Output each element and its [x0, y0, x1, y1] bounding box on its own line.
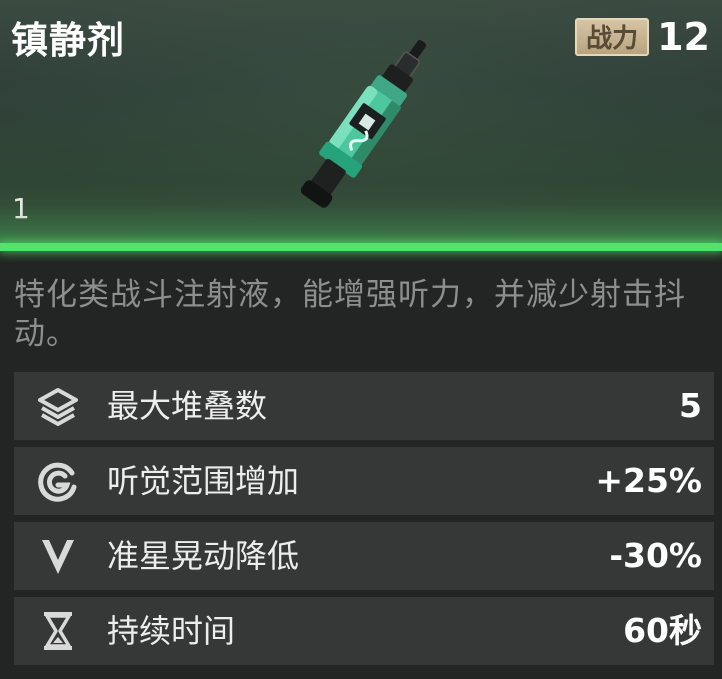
rarity-bar: [0, 243, 722, 251]
stat-row-aim-sway: 准星晃动降低 -30%: [14, 522, 714, 590]
stat-row-max-stack: 最大堆叠数 5: [14, 372, 714, 440]
stat-value: 5: [679, 386, 702, 425]
power-value: 12: [657, 15, 710, 59]
hourglass-icon: [44, 612, 72, 650]
stat-label: 听觉范围增加: [107, 462, 300, 500]
stat-row-hearing-range: 听觉范围增加 +25%: [14, 447, 714, 515]
item-detail-card: 镇静剂 战力 12 1 特化类战斗注射液，能增强听力，并减少射击抖动。 最大堆叠…: [0, 0, 722, 679]
item-count: 1: [12, 192, 30, 225]
hearing-icon: [38, 462, 77, 502]
stat-value: -30%: [609, 536, 702, 575]
item-header: 镇静剂 战力 12 1: [0, 0, 722, 243]
crosshair-down-icon: [42, 540, 74, 574]
stat-label: 最大堆叠数: [107, 387, 268, 425]
combat-power: 战力 12: [575, 18, 710, 56]
stat-row-duration: 持续时间 60秒: [14, 597, 714, 665]
stat-value: 60秒: [623, 611, 702, 650]
stat-label: 持续时间: [107, 612, 236, 650]
stat-label: 准星晃动降低: [107, 537, 300, 575]
stat-value: +25%: [595, 461, 702, 500]
item-description: 特化类战斗注射液，能增强听力，并减少射击抖动。: [14, 277, 686, 352]
item-name: 镇静剂: [11, 19, 125, 62]
layers-icon: [38, 388, 78, 426]
power-label: 战力: [575, 18, 650, 56]
syringe-icon: [300, 40, 427, 208]
